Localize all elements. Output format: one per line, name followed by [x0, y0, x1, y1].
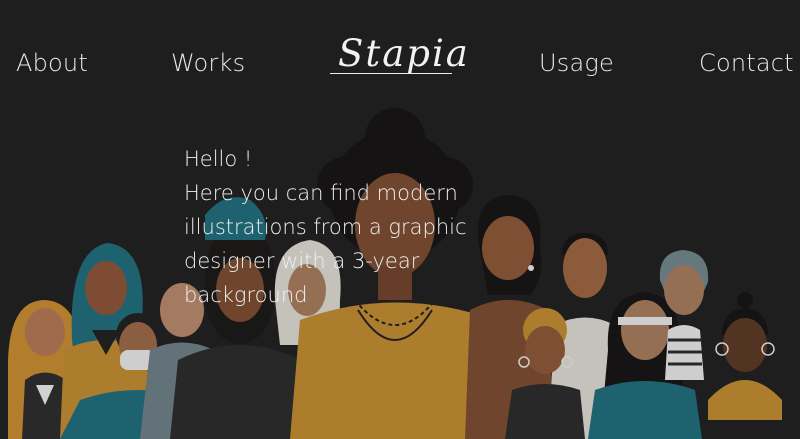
nav-link-usage[interactable]: Usage — [539, 49, 614, 77]
top-navigation: About Works Stapia Usage Contact — [0, 0, 800, 120]
logo-underline — [330, 73, 452, 74]
site-logo[interactable]: Stapia — [330, 30, 468, 96]
logo-text: Stapia — [338, 32, 470, 75]
nav-link-about[interactable]: About — [16, 49, 88, 77]
hero-line-2: illustrations from a graphic — [184, 215, 467, 239]
hero-line-4: background — [184, 283, 308, 307]
hero-intro-text: Hello ! Here you can find modern illustr… — [184, 142, 484, 312]
hero-greeting: Hello ! — [184, 147, 253, 171]
hero-line-3: designer with a 3-year — [184, 249, 420, 273]
nav-link-works[interactable]: Works — [171, 49, 245, 77]
hero-line-1: Here you can find modern — [184, 181, 458, 205]
nav-link-contact[interactable]: Contact — [699, 49, 794, 77]
